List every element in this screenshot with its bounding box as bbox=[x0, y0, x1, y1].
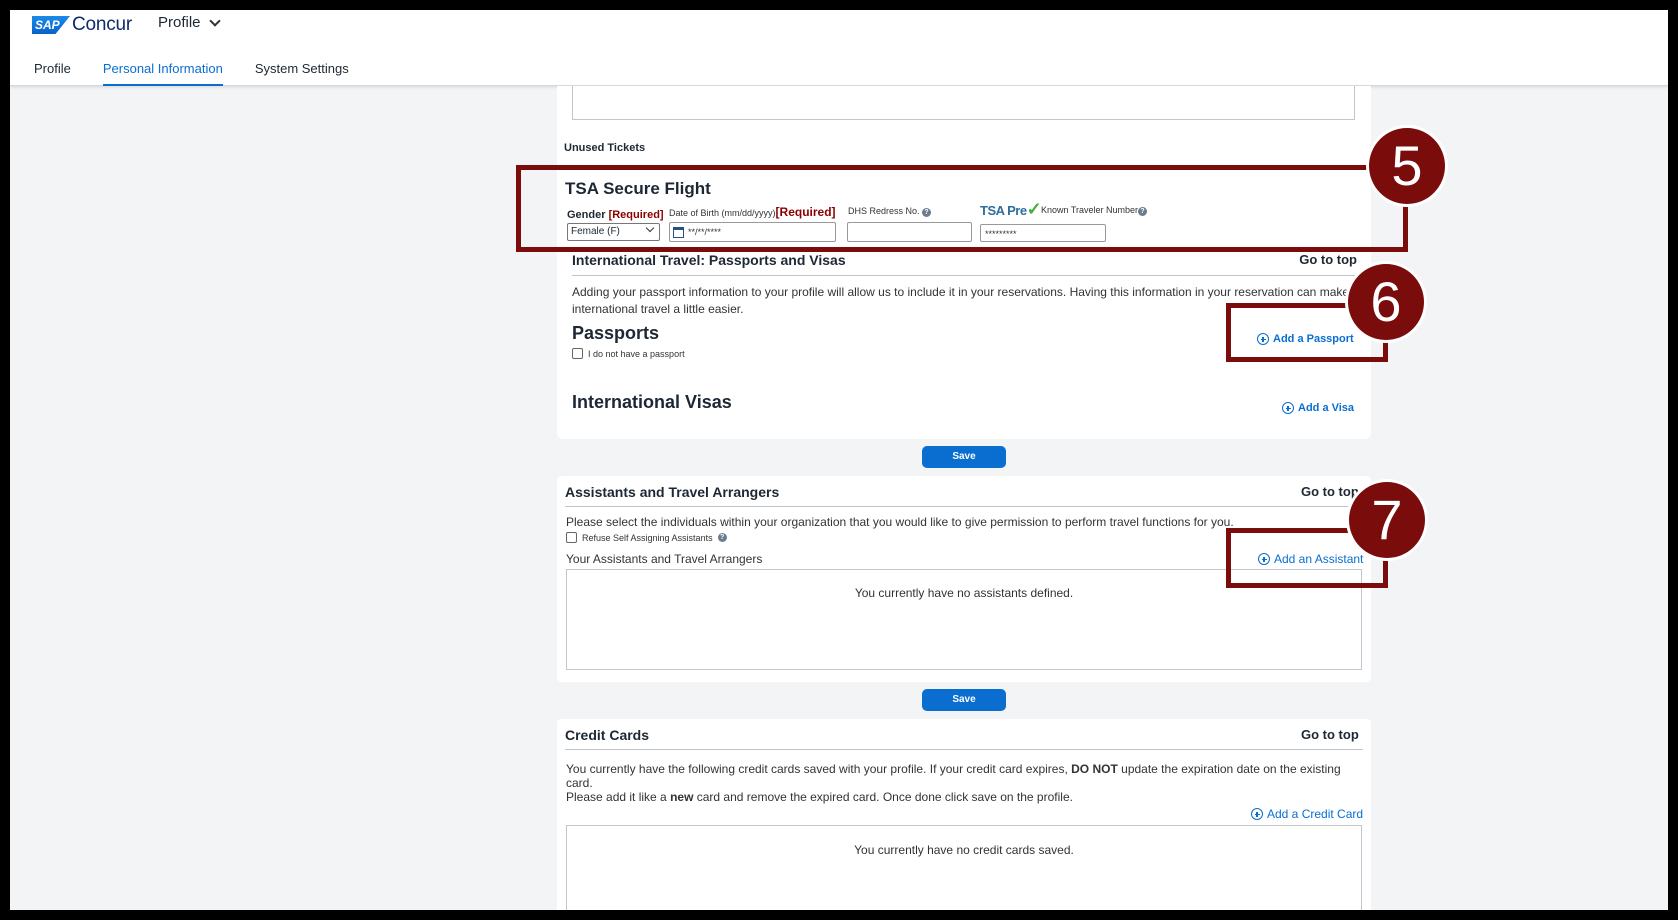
profile-menu[interactable]: Profile bbox=[158, 14, 221, 31]
callout-badge-6: 6 bbox=[1348, 264, 1424, 340]
app-window: SAP Concur Profile Profile Personal Info… bbox=[10, 10, 1668, 910]
no-passport-option[interactable]: I do not have a passport bbox=[572, 348, 685, 359]
assistants-list-label: Your Assistants and Travel Arrangers bbox=[566, 552, 763, 566]
divider bbox=[565, 506, 1363, 507]
profile-menu-label: Profile bbox=[158, 14, 201, 31]
international-travel-title: International Travel: Passports and Visa… bbox=[572, 252, 846, 268]
go-to-top-link[interactable]: Go to top bbox=[1299, 252, 1357, 267]
save-button[interactable]: Save bbox=[922, 446, 1006, 468]
callout-badge-5: 5 bbox=[1369, 128, 1445, 204]
concur-wordmark: Concur bbox=[72, 14, 133, 35]
add-credit-card-link[interactable]: Add a Credit Card bbox=[1251, 807, 1363, 821]
credit-cards-description: You currently have the following credit … bbox=[566, 762, 1341, 804]
no-passport-label: I do not have a passport bbox=[588, 348, 685, 359]
refuse-self-assigning-checkbox[interactable] bbox=[566, 532, 577, 543]
profile-tabs: Profile Personal Information System Sett… bbox=[34, 54, 349, 86]
go-to-top-link[interactable]: Go to top bbox=[1301, 727, 1359, 742]
sap-logo-badge: SAP bbox=[32, 16, 70, 34]
callout-badge-7: 7 bbox=[1349, 482, 1425, 558]
sap-concur-logo[interactable]: SAP Concur bbox=[32, 14, 132, 36]
travel-panel: Unused Tickets TSA Secure Flight Gender … bbox=[557, 86, 1371, 439]
refuse-self-assigning-option[interactable]: Refuse Self Assigning Assistants ? bbox=[566, 532, 727, 543]
add-credit-card-label: Add a Credit Card bbox=[1267, 807, 1364, 821]
tab-profile[interactable]: Profile bbox=[34, 54, 71, 86]
add-visa-link[interactable]: Add a Visa bbox=[1282, 402, 1354, 414]
credit-cards-list-box: You currently have no credit cards saved… bbox=[566, 825, 1362, 910]
tab-system-settings[interactable]: System Settings bbox=[255, 54, 349, 86]
save-button[interactable]: Save bbox=[922, 689, 1006, 711]
chevron-down-icon bbox=[208, 14, 221, 27]
go-to-top-link[interactable]: Go to top bbox=[1301, 484, 1359, 499]
tab-personal-information[interactable]: Personal Information bbox=[102, 54, 223, 86]
passports-heading: Passports bbox=[572, 323, 660, 343]
credit-cards-empty-text: You currently have no credit cards saved… bbox=[854, 843, 1074, 857]
callout-box-tsa bbox=[516, 165, 1408, 252]
visas-heading: International Visas bbox=[572, 392, 732, 412]
assistants-title: Assistants and Travel Arrangers bbox=[565, 484, 780, 500]
add-visa-label: Add a Visa bbox=[1298, 402, 1355, 414]
assistants-description: Please select the individuals within you… bbox=[566, 515, 1234, 529]
divider bbox=[572, 275, 1356, 276]
plus-circle-icon bbox=[1251, 808, 1263, 820]
credit-cards-panel: Credit Cards Go to top You currently hav… bbox=[557, 719, 1371, 910]
no-passport-checkbox[interactable] bbox=[572, 348, 583, 359]
unused-tickets-heading[interactable]: Unused Tickets bbox=[564, 142, 645, 154]
credit-cards-title: Credit Cards bbox=[565, 727, 650, 743]
previous-field-box bbox=[572, 86, 1355, 120]
plus-circle-icon bbox=[1282, 402, 1294, 414]
help-icon[interactable]: ? bbox=[717, 533, 727, 542]
divider bbox=[565, 749, 1363, 750]
refuse-self-assigning-label: Refuse Self Assigning Assistants bbox=[582, 532, 713, 543]
top-navigation-bar: SAP Concur Profile Profile Personal Info… bbox=[10, 10, 1668, 86]
